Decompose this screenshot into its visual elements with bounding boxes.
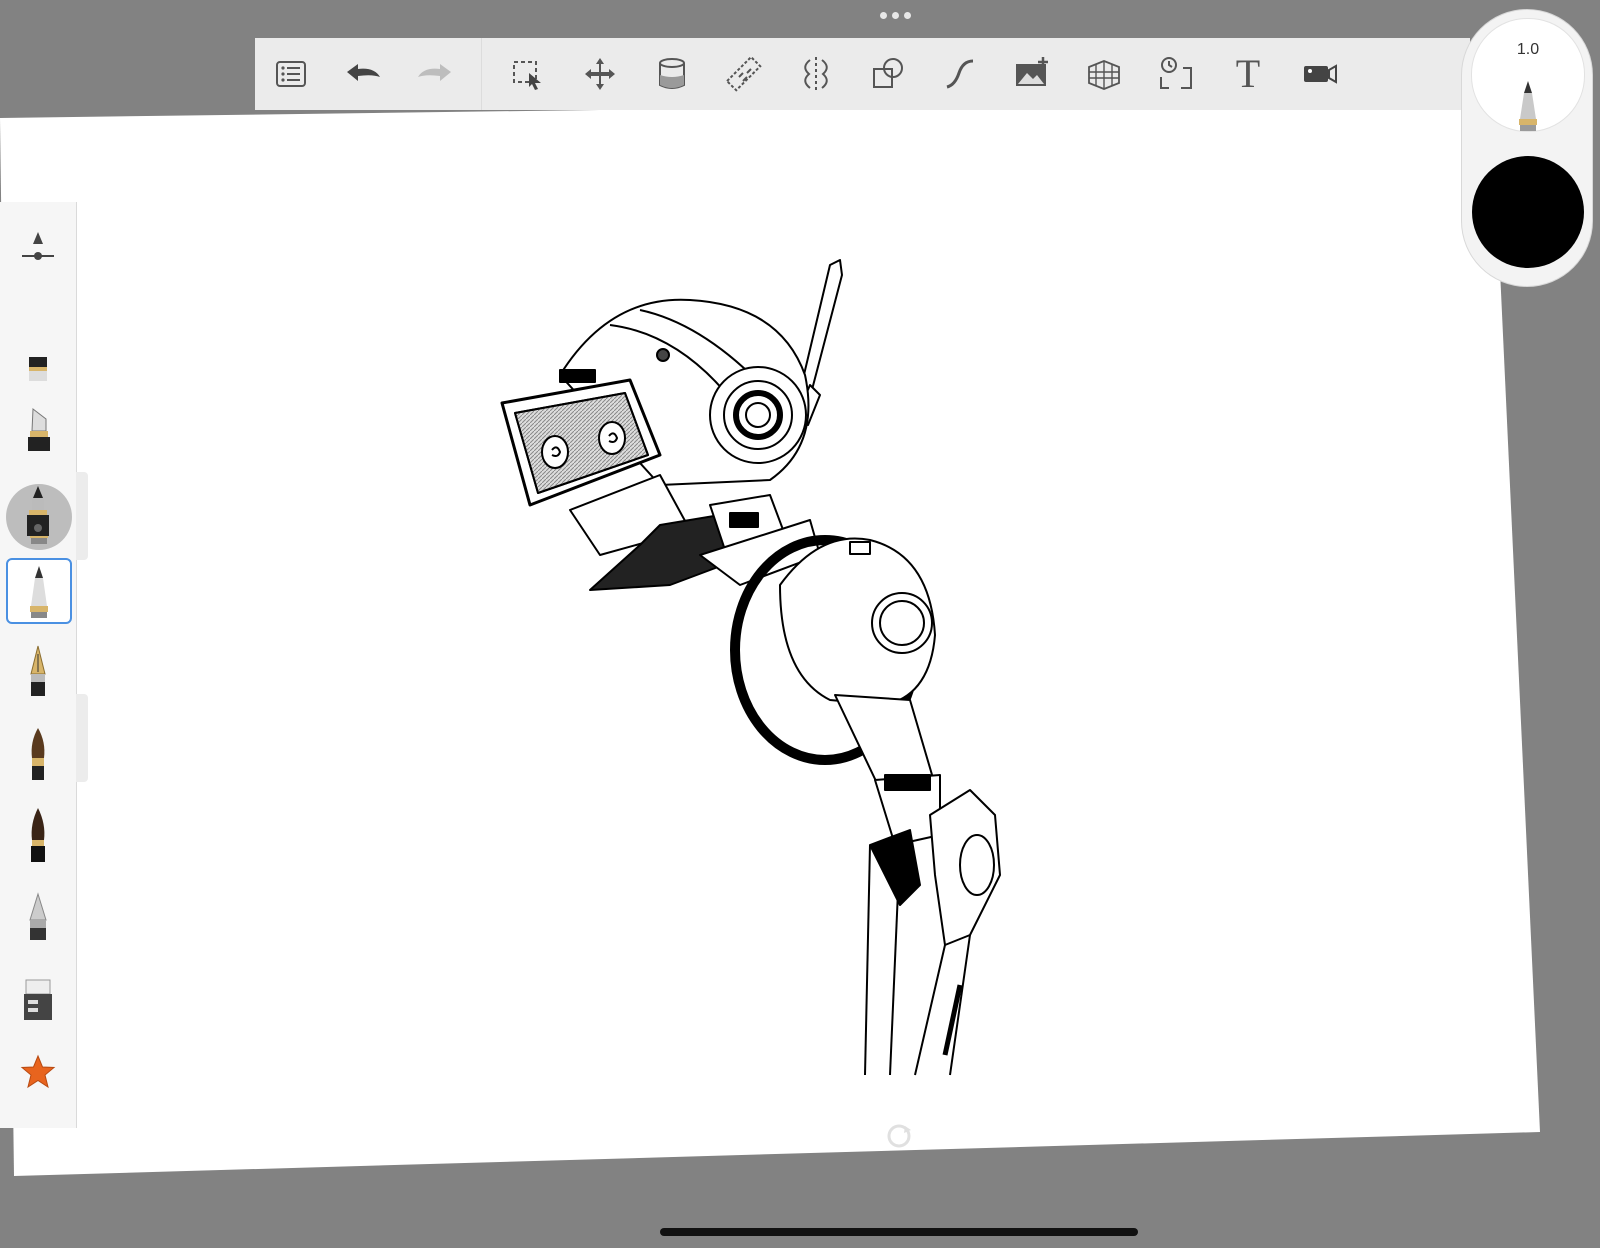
redo-icon[interactable] <box>399 38 471 110</box>
video-icon[interactable] <box>1284 38 1356 110</box>
favorites-star-icon[interactable] <box>6 1040 70 1104</box>
reset-rotation-icon[interactable] <box>885 1122 913 1155</box>
brush-size-control[interactable]: 1.0 <box>1471 18 1585 132</box>
brush-dark-paint-icon[interactable] <box>6 804 70 868</box>
home-indicator[interactable] <box>660 1228 1138 1236</box>
brush-airbrush-icon[interactable] <box>6 886 70 950</box>
brush-fountain-pen-icon[interactable] <box>6 640 70 704</box>
sidebar-tab-handle[interactable] <box>76 694 88 782</box>
pencil-brush-icon <box>1519 81 1537 131</box>
brush-marker-icon[interactable] <box>6 338 70 402</box>
transform-icon[interactable] <box>564 38 636 110</box>
text-tool-glyph: T <box>1235 51 1261 96</box>
brush-eraser-icon[interactable] <box>6 968 70 1032</box>
color-swatch[interactable] <box>1472 156 1584 268</box>
menu-list-icon[interactable] <box>255 38 327 110</box>
brush-paint-icon[interactable] <box>6 722 70 786</box>
import-image-icon[interactable] <box>996 38 1068 110</box>
curve-icon[interactable] <box>924 38 996 110</box>
brush-size-value: 1.0 <box>1516 41 1540 58</box>
top-toolbar: T <box>255 38 1470 110</box>
symmetry-icon[interactable] <box>780 38 852 110</box>
brush-chisel-icon[interactable] <box>6 398 70 462</box>
brush-pencil-icon[interactable] <box>6 558 72 624</box>
shapes-icon[interactable] <box>852 38 924 110</box>
undo-icon[interactable] <box>327 38 399 110</box>
sidebar-tab-handle[interactable] <box>76 472 88 560</box>
brush-properties-panel: 1.0 <box>1462 10 1592 286</box>
text-icon[interactable]: T <box>1212 38 1284 110</box>
selection-icon[interactable] <box>492 38 564 110</box>
brush-ink-icon[interactable] <box>6 480 70 544</box>
ruler-icon[interactable] <box>708 38 780 110</box>
time-lapse-icon[interactable] <box>1140 38 1212 110</box>
toolbar-divider <box>481 38 482 110</box>
perspective-icon[interactable] <box>1068 38 1140 110</box>
fill-icon[interactable] <box>636 38 708 110</box>
robot-drawing <box>500 259 1001 1076</box>
brush-sidebar <box>0 202 77 1128</box>
brush-settings-icon[interactable] <box>6 216 70 280</box>
